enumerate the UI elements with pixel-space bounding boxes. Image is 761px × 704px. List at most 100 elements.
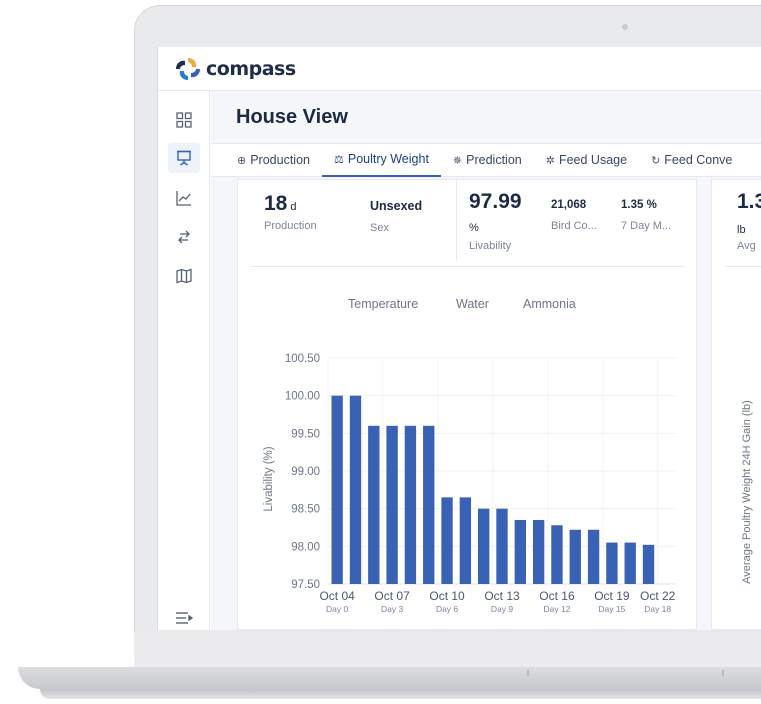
box-icon: ⊕ (237, 154, 247, 167)
kpi-bird-count: 21,068 Bird Co... (551, 199, 597, 232)
kpi-seven-day-mortality: 1.35 % 7 Day M... (621, 199, 671, 232)
arrows-exchange-icon (178, 230, 190, 244)
divider (725, 266, 761, 267)
kpi-value: Unsexed (370, 199, 423, 213)
tab-prediction[interactable]: ✵ Prediction (441, 143, 534, 177)
x-tick-sublabel: Day 18 (644, 604, 671, 614)
x-tick-label: Oct 04 (319, 589, 355, 603)
y-tick-label: 99.50 (291, 428, 320, 440)
collapse-menu-icon (176, 612, 193, 624)
tab-label: Poultry Weight (347, 152, 429, 166)
kpi-sex: Unsexed Sex (370, 199, 422, 234)
x-tick-sublabel: Day 9 (491, 604, 513, 614)
tab-label: Prediction (466, 153, 522, 167)
app-header: compass (158, 47, 761, 91)
webcam (622, 24, 628, 30)
kpi-unit: lb (737, 224, 746, 236)
toggle-ammonia[interactable]: Ammonia (523, 297, 576, 311)
toggle-temperature[interactable]: Temperature (348, 297, 418, 311)
y-tick-label: 100.00 (285, 391, 320, 403)
y-tick-label: 98.00 (291, 541, 320, 553)
y-tick-label: 98.50 (291, 504, 320, 516)
divider (251, 266, 684, 267)
x-tick-label: Oct 16 (539, 589, 575, 603)
tab-bar: ⊕ Production ⚖ Poultry Weight ✵ Predicti… (211, 143, 761, 177)
x-tick-sublabel: Day 6 (436, 604, 458, 614)
map-icon (176, 268, 192, 284)
app-screen: compass House View ⊕ Production ⚖ Poultr… (157, 47, 761, 630)
title-bar: House View (211, 91, 761, 143)
sidebar-item-house-view[interactable] (168, 143, 200, 173)
livability-chart: 97.50 98.00 98.50 99.00 99.50 100.00 100.50 Oct… (263, 353, 676, 614)
feed-icon: ✲ (545, 154, 555, 167)
kpi-livability: 97.99 % Livability (469, 190, 522, 252)
bar (331, 395, 343, 584)
kpi-avg-weight: 1.3 lb Avg (737, 190, 761, 252)
bar (532, 519, 545, 584)
logo[interactable]: compass (174, 56, 296, 82)
main-content: House View ⊕ Production ⚖ Poultry Weight… (211, 91, 761, 630)
x-tick-label: Oct 13 (484, 589, 520, 603)
laptop-base-lip (40, 689, 761, 699)
laptop-base (18, 667, 761, 689)
x-tick-label: Oct 19 (594, 589, 630, 603)
kpi-production: 18 d Production (264, 192, 317, 232)
right-chart-ylabel: Average Poultry Weight 24H Gain (lb) (741, 400, 753, 584)
sidebar-item-analytics[interactable] (168, 183, 200, 213)
kpi-value: 1.3 (737, 190, 761, 213)
tab-feed-usage[interactable]: ✲ Feed Usage (534, 143, 639, 177)
bar (569, 529, 581, 584)
kpi-value: 21,068 (551, 199, 587, 211)
bar (606, 542, 618, 584)
bar (404, 425, 417, 584)
bar (386, 425, 398, 584)
tab-production[interactable]: ⊕ Production (237, 143, 322, 177)
kpi-unit: % (469, 222, 479, 234)
hinge (527, 670, 529, 676)
x-tick-sublabel: Day 15 (598, 604, 625, 614)
kpi-label: Avg (737, 240, 756, 252)
sidebar-collapse-button[interactable] (168, 603, 200, 630)
x-tick-sublabel: Day 0 (326, 604, 348, 614)
page-title: House View (236, 105, 348, 128)
toggle-water[interactable]: Water (456, 297, 489, 311)
bar (368, 425, 380, 584)
hinge (722, 670, 724, 676)
bar (514, 519, 526, 584)
kpi-value: 1.35 % (621, 199, 657, 211)
presentation-icon (177, 150, 191, 166)
kpi-label: Bird Co... (551, 220, 597, 232)
refresh-icon: ↻ (651, 154, 661, 167)
tab-poultry-weight[interactable]: ⚖ Poultry Weight (321, 143, 441, 177)
y-tick-label: 100.50 (285, 353, 320, 365)
y-tick-label: 99.00 (291, 466, 320, 478)
kpi-label: Livability (469, 240, 512, 252)
tab-label: Feed Usage (558, 153, 628, 167)
x-tick-sublabel: Day 12 (543, 604, 570, 614)
tab-feed-conversion[interactable]: ↻ Feed Conve (639, 143, 744, 177)
laptop-chin (134, 632, 761, 672)
bar (624, 542, 636, 584)
kpi-label: Production (264, 220, 317, 232)
bar (441, 497, 453, 584)
line-chart-icon (176, 191, 191, 206)
bar (587, 529, 600, 584)
divider (456, 180, 457, 260)
tab-label: Feed Conve (664, 153, 733, 167)
kpi-unit: d (290, 201, 297, 213)
scale-icon: ⚖ (333, 153, 344, 166)
sidebar-item-transfer[interactable] (168, 222, 200, 252)
sidebar-item-map[interactable] (168, 261, 200, 291)
kpi-label: 7 Day M... (621, 220, 672, 232)
poultry-weight-card: 1.3 lb Avg Average Poultry Weight 24H Ga… (711, 179, 761, 630)
compass-logo-icon (176, 57, 200, 80)
bar (423, 425, 435, 584)
kpi-value: 97.99 (469, 190, 522, 213)
sidebar-item-dashboard[interactable] (168, 105, 200, 135)
bar (478, 508, 490, 584)
y-axis-label: Livability (%) (263, 446, 275, 511)
x-tick-label: Oct 07 (374, 589, 410, 603)
grid-icon (176, 112, 192, 128)
y-tick-label: 97.50 (291, 579, 320, 591)
app-name: compass (206, 57, 296, 80)
